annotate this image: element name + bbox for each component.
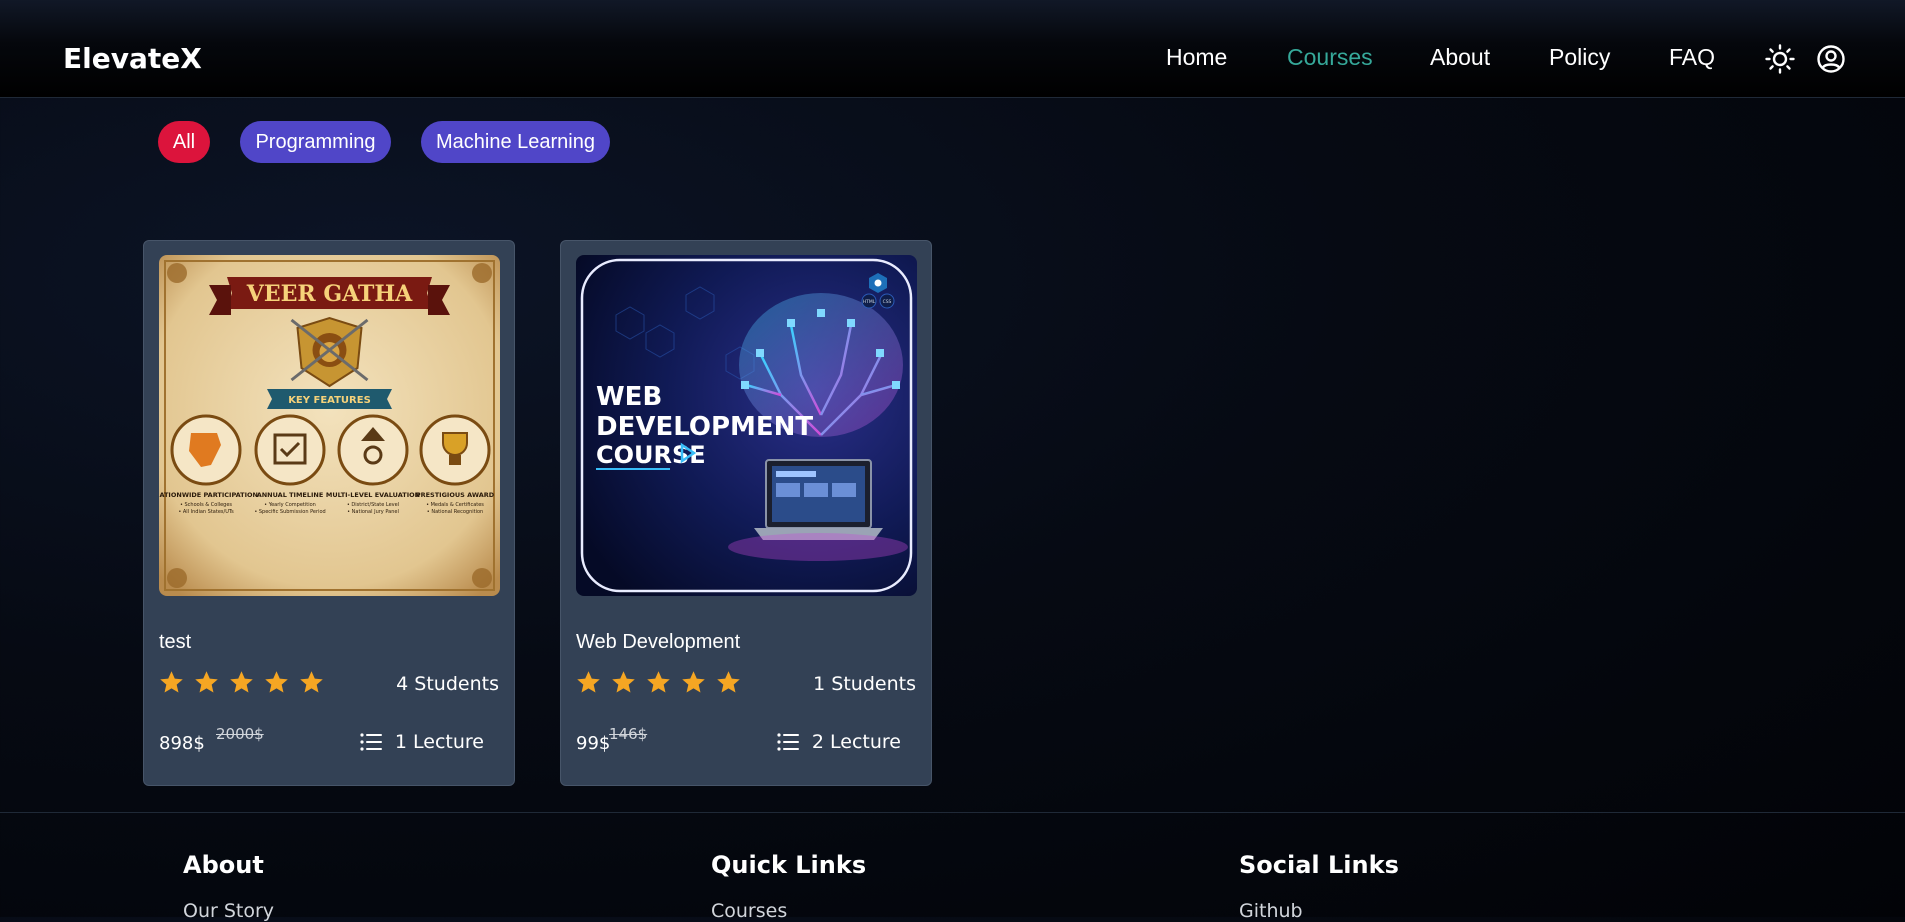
nav-home[interactable]: Home xyxy=(1166,44,1227,71)
badge-label: HTML xyxy=(863,299,876,305)
top-navbar: ElevateX Home Courses About Policy FAQ xyxy=(0,0,1905,98)
feature-title: ANNUAL TIMELINE xyxy=(257,491,324,499)
feature-line: • All Indian States/UTs xyxy=(178,509,234,515)
filter-all[interactable]: All xyxy=(158,121,210,163)
star-icon xyxy=(717,671,740,693)
course-price: 898$ xyxy=(159,733,205,754)
feature-title: PRESTIGIOUS AWARD xyxy=(416,491,495,499)
original-price: 146$ xyxy=(609,725,648,743)
feature-line: • Specific Submission Period xyxy=(254,509,325,515)
student-count: 1 Students xyxy=(813,673,916,695)
star-icon xyxy=(647,671,670,693)
rating-stars xyxy=(158,669,325,696)
feature-title: MULTI-LEVEL EVALUATION xyxy=(326,491,420,499)
filter-machine-learning[interactable]: Machine Learning xyxy=(421,121,610,163)
star-icon xyxy=(612,671,635,693)
feature-line: • Yearly Competition xyxy=(264,502,316,508)
lecture-count-label: 2 Lecture xyxy=(811,731,901,753)
nav-faq[interactable]: FAQ xyxy=(1669,44,1715,71)
thumbnail-heading-line: DEVELOPMENT xyxy=(596,412,813,442)
star-icon xyxy=(230,671,253,693)
footer-link-our-story[interactable]: Our Story xyxy=(183,900,274,922)
star-icon xyxy=(682,671,705,693)
brand-logo[interactable]: ElevateX xyxy=(63,42,202,75)
footer-divider xyxy=(0,812,1905,813)
feature-line: • National Recognition xyxy=(427,509,483,515)
sun-icon[interactable] xyxy=(1764,43,1796,75)
feature-line: • National Jury Panel xyxy=(347,509,399,515)
feature-line: • District/State Level xyxy=(347,502,399,508)
star-icon xyxy=(160,671,183,693)
list-icon xyxy=(360,733,382,751)
thumbnail-heading-line: WEB xyxy=(596,382,662,412)
footer-link-github[interactable]: Github xyxy=(1239,900,1303,922)
user-circle-icon[interactable] xyxy=(1815,43,1847,75)
star-icon xyxy=(300,671,323,693)
course-thumbnail: WEB DEVELOPMENT COURSE HTML CSS xyxy=(576,255,917,596)
nav-courses[interactable]: Courses xyxy=(1287,44,1373,71)
ribbon-text: KEY FEATURES xyxy=(288,395,371,406)
original-price: 2000$ xyxy=(216,725,264,743)
list-icon xyxy=(777,733,799,751)
badge-label: CSS xyxy=(883,299,892,305)
course-card[interactable]: VEER GATHA KEY FEATURES NATIONWIDE PARTI… xyxy=(143,240,515,786)
nav-about[interactable]: About xyxy=(1430,44,1490,71)
rating-stars xyxy=(575,669,742,696)
star-icon xyxy=(195,671,218,693)
feature-title: NATIONWIDE PARTICIPATION xyxy=(159,491,258,499)
footer-heading-social-links: Social Links xyxy=(1239,851,1399,879)
footer-link-courses[interactable]: Courses xyxy=(711,900,787,922)
star-icon xyxy=(265,671,288,693)
lecture-count: 1 Lecture xyxy=(359,731,484,753)
lecture-count: 2 Lecture xyxy=(776,731,901,753)
feature-line: • Schools & Colleges xyxy=(180,502,232,508)
course-card[interactable]: WEB DEVELOPMENT COURSE HTML CSS Web Deve… xyxy=(560,240,932,786)
star-icon xyxy=(577,671,600,693)
footer-heading-quick-links: Quick Links xyxy=(711,851,867,879)
footer-heading-about: About xyxy=(183,851,264,879)
student-count: 4 Students xyxy=(396,673,499,695)
filter-programming[interactable]: Programming xyxy=(240,121,391,163)
course-thumbnail: VEER GATHA KEY FEATURES NATIONWIDE PARTI… xyxy=(159,255,500,596)
course-price: 99$ xyxy=(576,733,611,754)
lecture-count-label: 1 Lecture xyxy=(394,731,484,753)
course-title[interactable]: Web Development xyxy=(576,631,740,654)
course-title[interactable]: test xyxy=(159,631,191,654)
feature-line: • Medals & Certificates xyxy=(426,502,484,508)
nav-policy[interactable]: Policy xyxy=(1549,44,1610,71)
banner-text: VEER GATHA xyxy=(246,281,413,307)
